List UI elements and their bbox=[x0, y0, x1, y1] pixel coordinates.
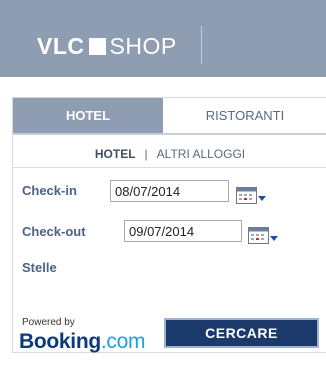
booking-domain: .com bbox=[100, 330, 146, 353]
checkin-field[interactable] bbox=[110, 180, 229, 202]
booking-name: Booking bbox=[19, 330, 101, 353]
subtab-divider bbox=[13, 167, 326, 168]
checkout-calendar-icon[interactable] bbox=[248, 227, 279, 245]
tab-ristoranti[interactable]: RISTORANTI bbox=[163, 98, 326, 133]
top-bar: VLC SHOP bbox=[0, 0, 326, 77]
logo-square-icon bbox=[88, 37, 106, 55]
accommodation-subtabs: HOTEL | ALTRI ALLOGGI bbox=[13, 142, 326, 166]
powered-by-text: Powered by bbox=[22, 317, 75, 328]
header-divider bbox=[201, 26, 202, 64]
subtab-hotel[interactable]: HOTEL bbox=[95, 147, 136, 161]
checkout-label: Check-out bbox=[22, 224, 86, 239]
booking-logo[interactable]: Booking.com bbox=[19, 330, 146, 354]
vlc-shop-logo[interactable]: VLC SHOP bbox=[37, 33, 177, 59]
checkin-calendar-icon[interactable] bbox=[236, 187, 267, 205]
subtab-separator: | bbox=[144, 147, 148, 161]
stars-label: Stelle bbox=[22, 260, 57, 275]
tab-underline bbox=[13, 133, 326, 135]
tab-hotel[interactable]: HOTEL bbox=[13, 98, 163, 133]
category-tabs: HOTEL RISTORANTI bbox=[13, 98, 326, 133]
logo-text-shop: SHOP bbox=[109, 32, 177, 59]
checkin-label: Check-in bbox=[22, 183, 77, 198]
logo-text-vlc: VLC bbox=[37, 32, 85, 59]
search-button[interactable]: CERCARE bbox=[164, 318, 319, 348]
checkout-field[interactable] bbox=[124, 220, 242, 242]
subtab-altri-alloggi[interactable]: ALTRI ALLOGGI bbox=[157, 147, 245, 161]
